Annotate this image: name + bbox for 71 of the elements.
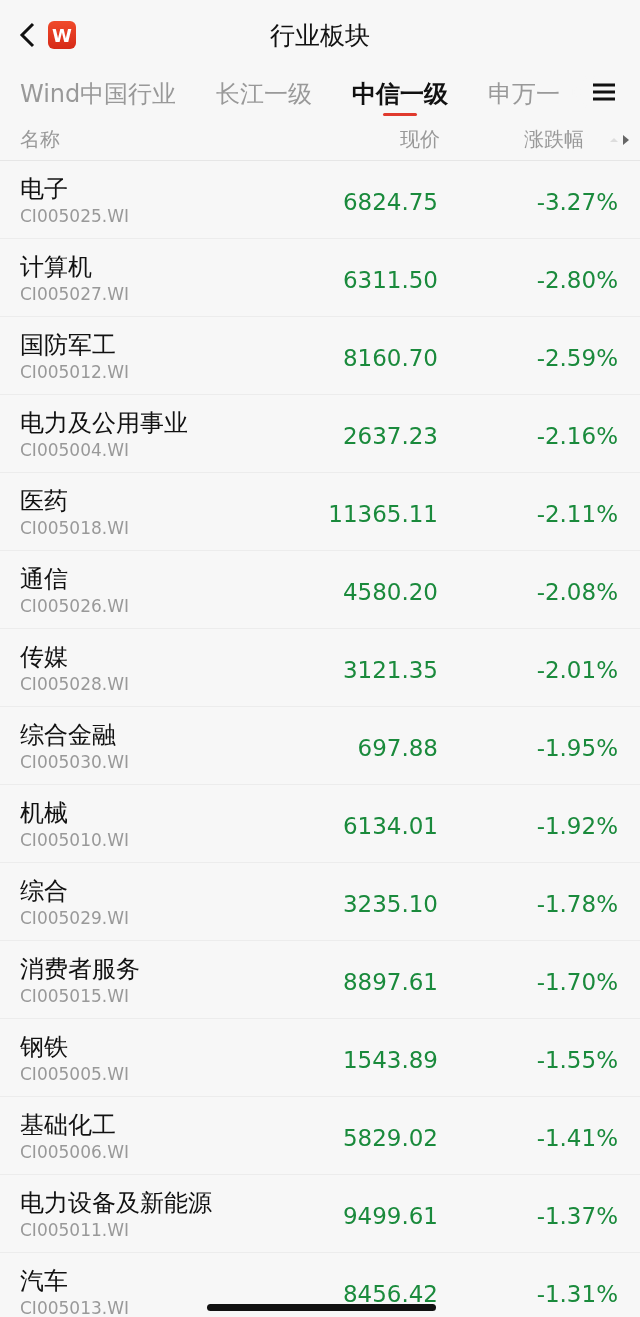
sector-name: 通信 [20, 563, 69, 595]
price-cell: 8160.70 [342, 345, 438, 370]
sector-code: CI005012.WI [20, 360, 130, 383]
sector-name: 钢铁 [20, 1031, 69, 1063]
change-cell: -1.95% [536, 735, 618, 760]
change-cell: -1.37% [536, 1203, 618, 1228]
sector-name: 综合金融 [20, 719, 117, 751]
tab[interactable]: 长江一级 [216, 70, 313, 118]
price-cell: 11365.11 [328, 501, 438, 526]
sector-code: CI005027.WI [20, 282, 130, 305]
sort-icon[interactable] [608, 133, 630, 147]
tab[interactable]: 中信一级 [352, 70, 449, 118]
price-cell: 1543.89 [342, 1047, 438, 1072]
change-cell: -1.55% [536, 1047, 618, 1072]
sector-code: CI005011.WI [20, 1218, 130, 1241]
sector-name: 基础化工 [20, 1109, 117, 1141]
sector-name: 医药 [20, 485, 69, 517]
change-cell: -1.31% [536, 1281, 618, 1306]
price-cell: 6134.01 [342, 813, 438, 838]
sector-name: 电力设备及新能源 [20, 1187, 213, 1219]
price-cell: 697.88 [357, 735, 438, 760]
price-cell: 9499.61 [342, 1203, 438, 1228]
sector-code: CI005015.WI [20, 984, 130, 1007]
sector-code: CI005006.WI [20, 1140, 130, 1163]
price-cell: 3121.35 [342, 657, 438, 682]
sector-code: CI005025.WI [20, 204, 130, 227]
tab[interactable]: Wind中国行业 [20, 70, 177, 118]
menu-icon[interactable] [592, 82, 616, 102]
change-cell: -2.01% [536, 657, 618, 682]
column-header: 现价 [399, 125, 440, 153]
sector-name: 计算机 [20, 251, 93, 283]
price-cell: 6311.50 [342, 267, 438, 292]
change-cell: -1.70% [536, 969, 618, 994]
sector-name: 电子 [20, 173, 69, 205]
sector-code: CI005018.WI [20, 516, 130, 539]
sector-name: 综合 [20, 875, 69, 907]
sector-code: CI005028.WI [20, 672, 130, 695]
change-cell: -2.11% [536, 501, 618, 526]
sector-code: CI005030.WI [20, 750, 130, 773]
page-title: 行业板块 [270, 19, 370, 52]
sector-code: CI005026.WI [20, 594, 130, 617]
sector-name: 传媒 [20, 641, 69, 673]
sector-code: CI005029.WI [20, 906, 130, 929]
price-cell: 5829.02 [342, 1125, 438, 1150]
sector-code: CI005004.WI [20, 438, 130, 461]
change-cell: -2.80% [536, 267, 618, 292]
sector-name: 消费者服务 [20, 953, 141, 985]
change-cell: -1.41% [536, 1125, 618, 1150]
price-cell: 4580.20 [342, 579, 438, 604]
sector-code: CI005005.WI [20, 1062, 130, 1085]
sector-name: 电力及公用事业 [20, 407, 189, 439]
price-cell: 2637.23 [342, 423, 438, 448]
column-header: 名称 [20, 125, 61, 153]
change-cell: -3.27% [536, 189, 618, 214]
price-cell: 3235.10 [342, 891, 438, 916]
price-cell: 6824.75 [342, 189, 438, 214]
change-cell: -2.08% [536, 579, 618, 604]
change-cell: -1.78% [536, 891, 618, 916]
price-cell: 8456.42 [342, 1281, 438, 1306]
sector-code: CI005010.WI [20, 828, 130, 851]
app-logo: W [48, 21, 76, 49]
price-cell: 8897.61 [342, 969, 438, 994]
sector-name: 汽车 [20, 1265, 69, 1297]
tab[interactable]: 申万一 [488, 70, 561, 118]
change-cell: -2.59% [536, 345, 618, 370]
sector-name: 机械 [20, 797, 69, 829]
change-cell: -1.92% [536, 813, 618, 838]
sector-name: 国防军工 [20, 329, 117, 361]
column-header[interactable]: 涨跌幅 [440, 125, 620, 153]
sector-code: CI005013.WI [20, 1296, 130, 1317]
change-cell: -2.16% [536, 423, 618, 448]
